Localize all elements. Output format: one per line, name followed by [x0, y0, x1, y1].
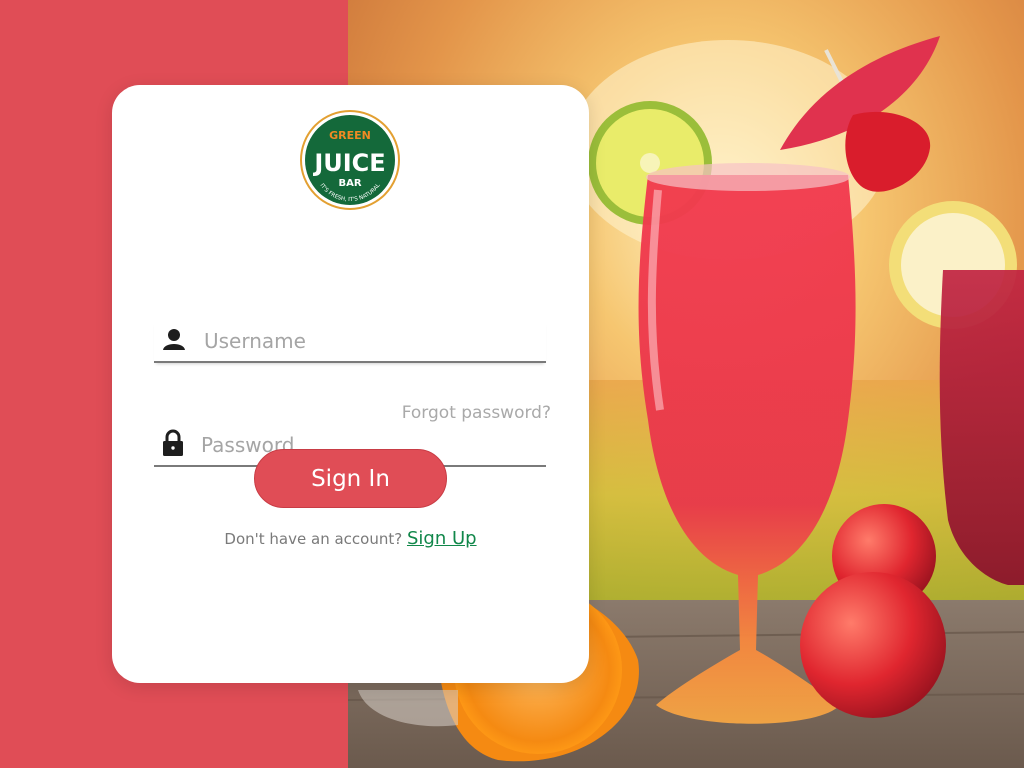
- login-card: GREEN JUICE BAR IT'S FRESH, IT'S NATURAL: [112, 85, 589, 683]
- login-page: GREEN JUICE BAR IT'S FRESH, IT'S NATURAL: [0, 0, 1024, 768]
- logo-line2: JUICE: [312, 149, 385, 177]
- logo-line1: GREEN: [329, 129, 371, 142]
- username-field: [154, 321, 546, 363]
- lock-icon: [162, 429, 184, 457]
- sign-up-link[interactable]: Sign Up: [407, 528, 477, 549]
- username-input[interactable]: [202, 325, 536, 357]
- signup-row: Don't have an account? Sign Up: [112, 528, 589, 549]
- green-juice-bar-logo: GREEN JUICE BAR IT'S FRESH, IT'S NATURAL: [300, 110, 400, 210]
- sign-in-button[interactable]: Sign In: [254, 449, 447, 508]
- user-icon: [162, 327, 186, 351]
- logo-line3: BAR: [338, 178, 361, 189]
- forgot-password-link[interactable]: Forgot password?: [402, 403, 551, 423]
- signup-prompt: Don't have an account?: [224, 530, 403, 548]
